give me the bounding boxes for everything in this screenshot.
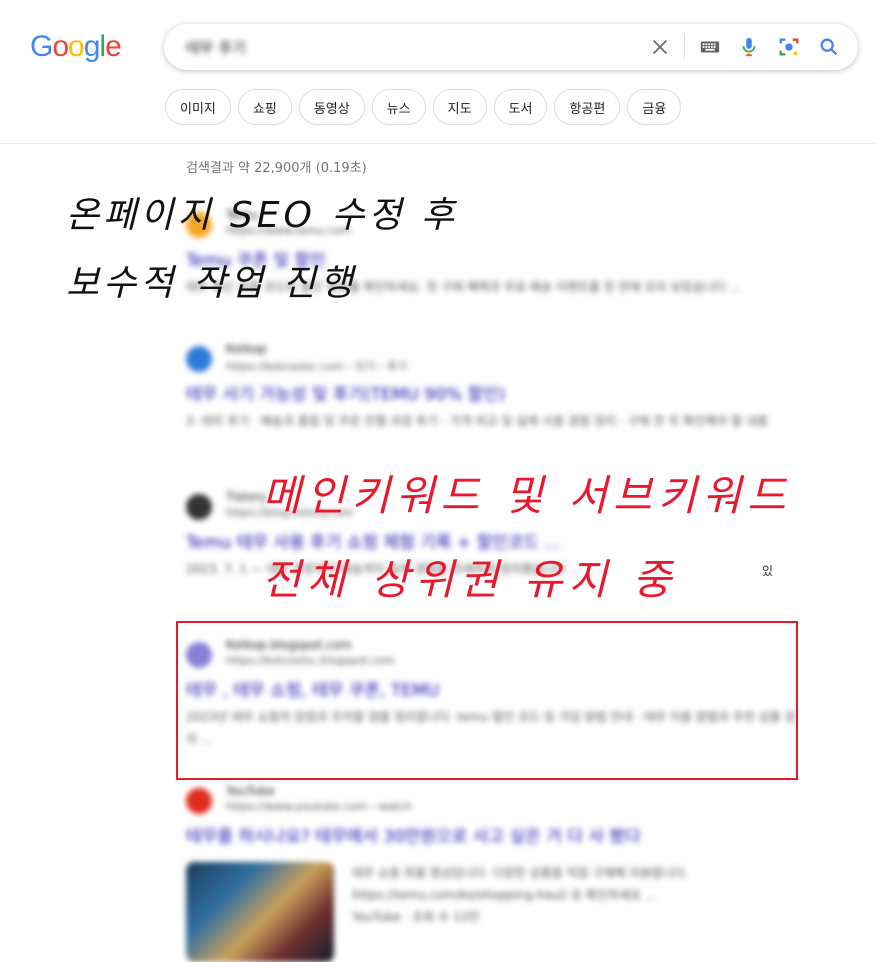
keyboard-icon[interactable] [699, 36, 721, 58]
chip-books[interactable]: 도서 [493, 89, 548, 125]
logo-letter: o [68, 30, 85, 63]
logo-letter: o [52, 30, 69, 63]
filter-chips: 이미지 쇼핑 동영상 뉴스 지도 도서 항공편 금융 [165, 89, 682, 125]
result-title-link[interactable]: 테무 사기 가능성 및 후기(TEMU 90% 할인) [186, 380, 505, 405]
google-logo[interactable]: Google [30, 30, 122, 64]
annotation-red-line1: 메인키워드 및 서브키워드 [262, 471, 792, 520]
chip-images[interactable]: 이미지 [165, 89, 231, 125]
result-stats: 검색결과 약 22,900개 (0.19초) [186, 161, 367, 176]
result-site-name: YouTube [226, 784, 275, 798]
result-site-name: Kotkop [226, 342, 267, 356]
site-favicon-icon [186, 494, 212, 520]
header-divider [0, 143, 876, 144]
search-bar[interactable]: 테무 후기 [164, 24, 858, 70]
video-source: YouTube · 조회 수 12만 [352, 910, 480, 924]
logo-letter: g [83, 30, 101, 63]
result-title-link[interactable]: 테무를 하시나요? 테무에서 30만원으로 사고 싶은 거 다 사 봤다 [186, 822, 641, 847]
result-site-name: Tistory [226, 490, 267, 504]
chip-flights[interactable]: 항공편 [554, 89, 621, 125]
annotation-black-line1: 온페이지 SEO 수정 후 [66, 195, 459, 236]
chip-shopping[interactable]: 쇼핑 [237, 89, 292, 125]
chip-videos[interactable]: 동영상 [298, 89, 365, 125]
search-input[interactable]: 테무 후기 [186, 37, 246, 58]
search-icon[interactable] [818, 36, 840, 58]
mic-icon[interactable] [738, 36, 760, 58]
search-divider [684, 35, 685, 59]
result-url[interactable]: https://www.youtube.com › watch [226, 800, 412, 813]
youtube-favicon-icon [186, 788, 212, 814]
result-snippet: 테무 쇼핑 하울 영상입니다. 다양한 상품을 직접 구매해 리뷰합니다. ht… [352, 862, 822, 928]
clear-icon[interactable] [649, 36, 671, 58]
annotation-red-line2: 전체 상위권 유지 중 [262, 555, 678, 604]
logo-letter: e [105, 30, 122, 63]
logo-letter: G [30, 30, 53, 63]
highlight-box [176, 621, 798, 780]
stray-text: 있 [762, 564, 774, 578]
lens-icon[interactable] [778, 36, 800, 58]
result-snippet: 3. 테무 후기 · 배송과 품질 및 주문 진행 과정 후기 · 가격 비교 … [186, 414, 768, 428]
video-description: 테무 쇼핑 하울 영상입니다. 다양한 상품을 직접 구매해 리뷰합니다. ht… [352, 866, 689, 902]
result-url[interactable]: https://kotcoolsc.com › 인기 › 후기 [226, 358, 407, 374]
chip-maps[interactable]: 지도 [432, 89, 487, 125]
annotation-black-line2: 보수적 작업 진행 [66, 263, 357, 304]
site-favicon-icon [186, 346, 212, 372]
chip-finance[interactable]: 금융 [627, 89, 682, 125]
chip-news[interactable]: 뉴스 [371, 89, 426, 125]
video-thumbnail[interactable] [186, 862, 334, 962]
